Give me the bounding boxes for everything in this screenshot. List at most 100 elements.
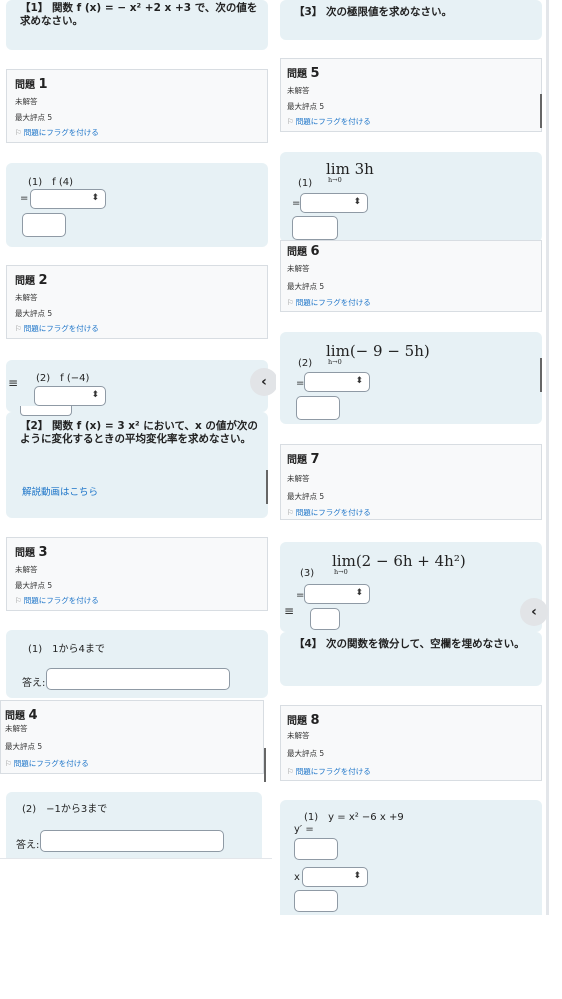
q2-instruction-card: 【2】 関数 f (x) = 3 x² において、x の値が次のように変化すると… (6, 406, 268, 518)
question-status: 未解答 (287, 474, 310, 483)
derivative-label: y′ = (294, 824, 314, 835)
answer-select[interactable]: ⬍ (304, 372, 370, 392)
question-number: 問題 2 (15, 273, 48, 288)
flag-icon: ⚐ (5, 759, 12, 768)
flag-question-link[interactable]: ⚐ 問題にフラグを付ける (15, 595, 101, 606)
question-status: 未解答 (15, 293, 38, 302)
flag-question-link[interactable]: ⚐ 問題にフラグを付ける (5, 758, 91, 769)
answer-select[interactable]: ⬍ (300, 193, 368, 213)
x-label: x (294, 872, 300, 883)
question-max-grade: 最大評点 5 (15, 581, 53, 590)
chevron-left-icon[interactable]: ‹ (250, 368, 278, 396)
question-number: 問題 5 (287, 66, 320, 81)
answer-select[interactable]: ⬍ (30, 189, 106, 209)
answer-select[interactable]: ⬍ (34, 386, 106, 406)
flag-question-link[interactable]: ⚐ 問題にフラグを付ける (287, 507, 373, 518)
question-number: 問題 3 (15, 545, 48, 560)
left-page-column: 【1】 関数 f (x) = − x² +2 x +3 で、次の値を求めなさい。… (0, 0, 278, 881)
question-status: 未解答 (287, 731, 310, 740)
answer-select[interactable]: ⬍ (304, 584, 370, 604)
select-arrows-icon: ⬍ (355, 376, 363, 386)
flag-icon: ⚐ (287, 117, 294, 126)
question-max-grade: 最大評点 5 (15, 309, 53, 318)
right-page-column: 【3】 次の極限値を求めなさい。 問題 5 未解答 最大評点 5 ⚐ 問題にフラグ… (276, 0, 549, 915)
chevron-left-icon[interactable]: ‹ (520, 598, 548, 626)
question-number: 問題 7 (287, 452, 320, 467)
q3-instruction-card: 【3】 次の極限値を求めなさい。 (280, 0, 542, 40)
question-max-grade: 最大評点 5 (5, 742, 43, 751)
answer-input[interactable] (296, 396, 340, 420)
flag-icon: ⚐ (287, 508, 294, 517)
question-3-info: 問題 3 未解答 最大評点 5 ⚐ 問題にフラグを付ける (6, 537, 268, 611)
question-max-grade: 最大評点 5 (287, 282, 325, 291)
question-status: 未解答 (15, 97, 38, 106)
question-3-answer-card: (1) 1から4まで 答え: (6, 630, 268, 698)
select-arrows-icon: ⬍ (91, 193, 99, 203)
scrollbar-thumb[interactable] (540, 94, 542, 128)
flag-question-link[interactable]: ⚐ 問題にフラグを付ける (15, 127, 101, 138)
question-number: 問題 8 (287, 713, 320, 728)
flag-question-link[interactable]: ⚐ 問題にフラグを付ける (287, 297, 373, 308)
flag-icon: ⚐ (287, 767, 294, 776)
question-5-info: 問題 5 未解答 最大評点 5 ⚐ 問題にフラグを付ける (280, 58, 542, 132)
question-1-answer-card: (1) f (4) = ⬍ (6, 163, 268, 247)
part-number: (3) (300, 568, 315, 579)
question-5-answer-card: (1) lim 3h h→0 = ⬍ (280, 152, 542, 242)
question-status: 未解答 (287, 86, 310, 95)
question-8-info: 問題 8 未解答 最大評点 5 ⚐ 問題にフラグを付ける (280, 705, 542, 781)
select-arrows-icon: ⬍ (353, 197, 361, 207)
answer-input[interactable] (294, 890, 338, 912)
question-7-info: 問題 7 未解答 最大評点 5 ⚐ 問題にフラグを付ける (280, 444, 542, 520)
answer-input[interactable] (22, 213, 66, 237)
question-7-answer-card: (3) lim(2 − 6h + 4h²) h→0 = ⬍ (280, 542, 542, 632)
question-6-answer-card: (2) lim(− 9 − 5h) h→0 = ⬍ (280, 332, 542, 424)
scrollbar-thumb[interactable] (264, 748, 266, 782)
q3-instruction-text: 【3】 次の極限値を求めなさい。 (294, 6, 452, 18)
flag-icon: ⚐ (15, 128, 22, 137)
question-max-grade: 最大評点 5 (287, 749, 325, 758)
part-label: (1) f (4) (28, 177, 74, 188)
flag-icon: ⚐ (15, 324, 22, 333)
question-status: 未解答 (287, 264, 310, 273)
question-8-answer-card: (1) y = x² −6 x +9 y′ = x ⬍ (280, 800, 542, 915)
q4-instruction-card: 【4】 次の関数を微分して、空欄を埋めなさい。 (280, 632, 542, 686)
question-4-info: 問題 4 未解答 最大評点 5 ⚐ 問題にフラグを付ける (0, 700, 264, 774)
part-number: (2) (298, 358, 313, 369)
answer-input[interactable] (294, 838, 338, 860)
answer-input[interactable] (46, 668, 230, 690)
q1-instruction-card: 【1】 関数 f (x) = − x² +2 x +3 で、次の値を求めなさい。 (6, 0, 268, 50)
limit-expression: lim(− 9 − 5h) h→0 (326, 342, 430, 366)
select-arrows-icon: ⬍ (355, 588, 363, 598)
answer-select[interactable]: ⬍ (302, 867, 368, 887)
question-number: 問題 4 (5, 708, 38, 723)
question-max-grade: 最大評点 5 (15, 113, 53, 122)
part-number: (1) (298, 178, 313, 189)
flag-question-link[interactable]: ⚐ 問題にフラグを付ける (287, 116, 373, 127)
flag-icon: ⚐ (15, 596, 22, 605)
part-label: (2) −1から3まで (22, 804, 108, 815)
question-number: 問題 6 (287, 244, 320, 259)
answer-input[interactable] (310, 608, 340, 630)
flag-question-link[interactable]: ⚐ 問題にフラグを付ける (287, 766, 373, 777)
question-max-grade: 最大評点 5 (287, 102, 325, 111)
q4-instruction-text: 【4】 次の関数を微分して、空欄を埋めなさい。 (294, 638, 525, 650)
limit-expression: lim 3h h→0 (326, 160, 374, 184)
explanation-video-link[interactable]: 解説動画はこちら (22, 484, 98, 498)
answer-input[interactable] (40, 830, 224, 852)
function-expression: (1) y = x² −6 x +9 (304, 812, 404, 823)
q2-instruction-text: 【2】 関数 f (x) = 3 x² において、x の値が次のように変化すると… (20, 420, 258, 445)
select-arrows-icon: ⬍ (353, 871, 361, 881)
question-1-info: 問題 1 未解答 最大評点 5 ⚐ 問題にフラグを付ける (6, 69, 268, 143)
question-number: 問題 1 (15, 77, 48, 92)
scrollbar-thumb[interactable] (540, 358, 542, 392)
flag-question-link[interactable]: ⚐ 問題にフラグを付ける (15, 323, 101, 334)
scrollbar-thumb[interactable] (266, 470, 268, 504)
answer-label: 答え: (16, 840, 40, 851)
answer-input-partial[interactable] (20, 406, 72, 416)
menu-icon[interactable]: ≡ (282, 604, 296, 618)
question-2-info: 問題 2 未解答 最大評点 5 ⚐ 問題にフラグを付ける (6, 265, 268, 339)
answer-input[interactable] (292, 216, 338, 240)
menu-icon[interactable]: ≡ (6, 376, 20, 390)
question-2-answer-card: (2) f (−4) ⬍ (6, 360, 268, 412)
flag-icon: ⚐ (287, 298, 294, 307)
